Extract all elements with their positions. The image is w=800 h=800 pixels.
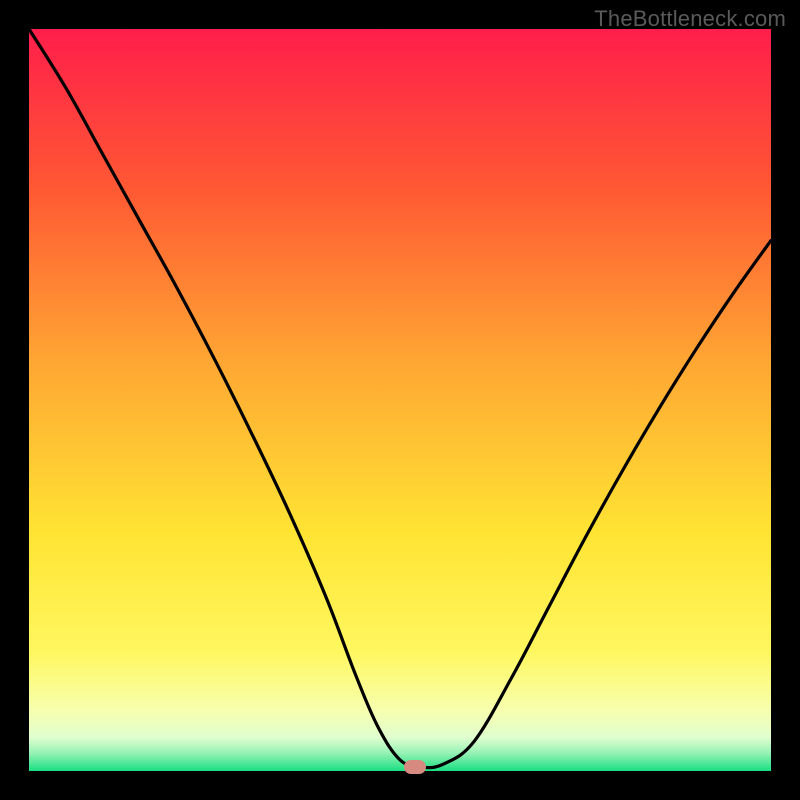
gradient-background: [29, 29, 771, 771]
watermark-text: TheBottleneck.com: [594, 6, 786, 32]
chart-frame: TheBottleneck.com: [0, 0, 800, 800]
plot-area: [29, 29, 771, 771]
chart-svg: [29, 29, 771, 771]
optimal-marker: [404, 760, 426, 774]
